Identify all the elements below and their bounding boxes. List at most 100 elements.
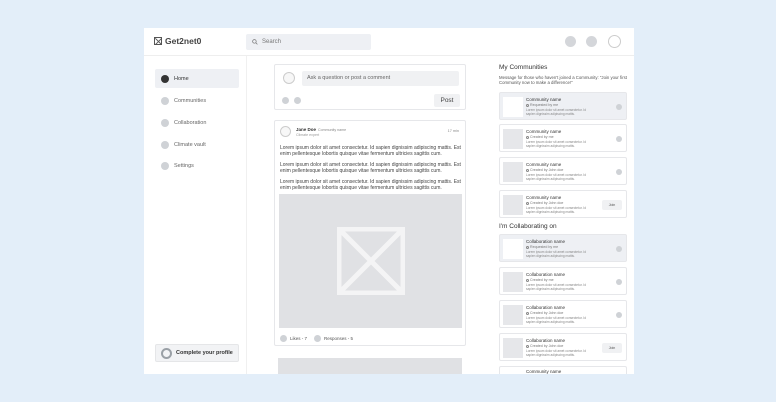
user-icon [526,135,529,139]
collaboration-card[interactable]: Collaboration name Created by me Lorem i… [499,267,627,295]
responses-button[interactable]: Responses - 5 [314,335,353,342]
logo[interactable]: Get2net0 [154,36,201,46]
sidebar-item-settings[interactable]: Settings [155,156,239,175]
responses-count: Responses - 5 [324,336,354,341]
image-placeholder-icon [336,227,405,295]
community-card[interactable]: Community name Created by me Lorem ipsum… [499,124,627,152]
community-description: Lorem ipsum dolor sit amet consectetur. … [526,206,587,214]
notifications-icon[interactable] [565,36,576,47]
community-name: Community name [526,195,562,200]
community-name: Community name [526,129,562,134]
status-dot [616,279,622,285]
community-thumbnail [503,162,523,182]
complete-profile-button[interactable]: Complete your profile [155,344,239,362]
community-name: Community name [526,97,562,102]
community-thumbnail [503,129,523,149]
community-thumbnail [503,195,523,215]
community-name: Community name [526,162,562,167]
communities-icon [161,96,169,105]
next-post-image [278,358,462,374]
collaboration-status: Created by John doe [526,311,563,315]
sidebar-item-label: Climate vault [174,141,206,148]
collaboration-description: Lorem ipsum dolor sit amet consectetur. … [526,349,587,357]
collaboration-thumbnail [503,305,523,325]
sidebar-item-label: Communities [174,97,207,104]
vault-icon [161,140,169,149]
settings-icon [161,161,169,170]
community-card[interactable]: Community name Created by John doe Lorem… [499,190,627,218]
composer-card: Ask a question or post a comment Post [274,64,466,110]
likes-button[interactable]: Likes - 7 [280,335,307,342]
status-dot [616,169,622,175]
post-community[interactable]: Community name [318,128,346,132]
communities-title: My Communities [499,64,548,71]
post-time: 17 min [447,129,459,133]
top-bar: Get2net0 Search [144,28,634,56]
collaboration-thumbnail [503,338,523,358]
user-icon [526,201,529,205]
join-button[interactable]: Join [602,343,622,353]
sidebar-item-communities[interactable]: Communities [155,91,239,110]
community-card[interactable]: Community name Requested by me Lorem ips… [499,92,627,120]
progress-ring-icon [161,347,172,359]
image-attach-icon[interactable] [282,97,289,104]
composer-input[interactable]: Ask a question or post a comment [302,71,459,86]
collaboration-description: Lorem ipsum dolor sit amet consectetur. … [526,250,587,258]
status-text: Created by John doe [530,201,564,205]
sidebar-item-home[interactable]: Home [155,69,239,88]
community-description: Lorem ipsum dolor sit amet consectetur. … [526,108,587,116]
user-icon [526,344,529,348]
community-status: Created by me [526,135,554,139]
collaboration-card[interactable]: Collaboration name Requested by me Lorem… [499,234,627,262]
search-bar[interactable]: Search [246,34,371,50]
collaboration-icon [161,118,169,127]
community-card[interactable]: Community name Created by John doe Lorem… [499,157,627,185]
status-text: Created by John doe [530,168,564,172]
user-icon [526,278,529,282]
avatar [283,72,295,84]
logo-icon [154,37,162,45]
sidebar-item-label: Settings [174,162,194,169]
comment-icon [314,335,321,342]
user-icon [526,103,529,107]
collaboration-name: Community name [526,369,562,374]
likes-count: Likes - 7 [290,336,308,341]
post-card: Jane Doe Community name Climate expert 17… [274,120,466,346]
collaboration-card[interactable]: Collaboration name Created by John doe L… [499,300,627,328]
community-description: Lorem ipsum dolor sit amet consectetur. … [526,173,587,181]
post-button[interactable]: Post [434,94,460,107]
search-input[interactable]: Search [262,39,281,45]
post-image[interactable] [279,194,462,328]
search-icon [252,39,258,45]
post-author[interactable]: Jane Doe Community name [296,127,346,132]
status-text: Created by me [530,278,554,282]
status-dot [616,312,622,318]
community-description: Lorem ipsum dolor sit amet consectetur. … [526,140,587,148]
collaboration-card[interactable]: Community name [499,366,627,374]
sidebar-item-collaboration[interactable]: Collaboration [155,113,239,132]
like-icon [280,335,287,342]
status-text: Requested by me [530,103,559,107]
collaboration-thumbnail [503,239,523,259]
collaboration-description: Lorem ipsum dolor sit amet consectetur. … [526,316,587,324]
communities-description: Message for those who haven't joined a C… [499,75,627,85]
sidebar-item-label: Home [174,75,189,82]
sidebar-item-climate-vault[interactable]: Climate vault [155,135,239,154]
community-status: Requested by me [526,103,558,107]
collaborations-title: I'm Collaborating on [499,223,557,230]
collaboration-name: Collaboration name [526,272,566,277]
author-title: Climate expert [296,133,320,137]
post-paragraph: Lorem ipsum dolor sit amet consectetur. … [280,162,461,174]
join-button[interactable]: Join [602,200,622,210]
user-avatar[interactable] [608,35,621,48]
user-icon [526,245,529,249]
collaboration-card[interactable]: Collaboration name Created by John doe L… [499,333,627,361]
status-dot [616,136,622,142]
logo-text: Get2net0 [165,36,202,46]
messages-icon[interactable] [586,36,597,47]
status-dot [616,104,622,110]
attachment-icon[interactable] [294,97,301,104]
complete-profile-label: Complete your profile [176,350,233,356]
status-text: Requested by me [530,245,559,249]
community-thumbnail [503,97,523,117]
